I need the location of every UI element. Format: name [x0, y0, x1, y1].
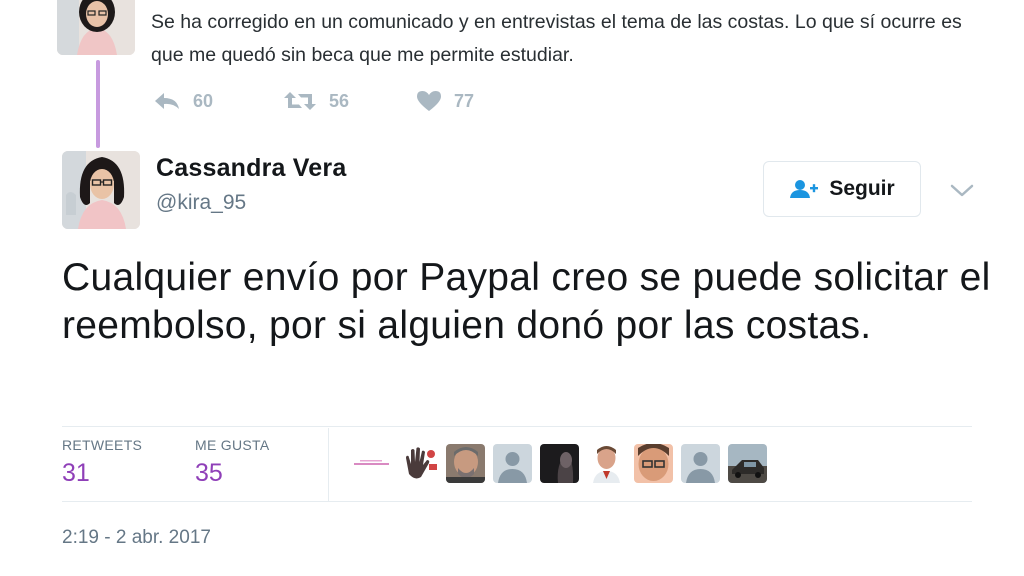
thread-connector	[96, 60, 100, 148]
stats-separator	[328, 428, 329, 501]
tweet-text: Cualquier envío por Paypal creo se puede…	[62, 256, 991, 347]
retweets-count: 31	[62, 459, 90, 487]
likes-label: ME GUSTA	[195, 437, 270, 453]
author-handle[interactable]: @kira_95	[156, 191, 246, 215]
liker-avatar[interactable]	[399, 444, 438, 483]
liker-avatars	[352, 444, 767, 483]
retweet-icon	[284, 92, 316, 110]
tweet-timestamp[interactable]: 2:19 - 2 abr. 2017	[62, 527, 211, 549]
liker-avatar[interactable]	[634, 444, 673, 483]
author-avatar[interactable]	[62, 151, 140, 229]
retweets-stat[interactable]: RETWEETS 31	[62, 437, 142, 488]
prev-tweet-avatar[interactable]	[57, 0, 135, 55]
retweet-count: 56	[329, 90, 350, 111]
liker-avatar[interactable]	[446, 444, 485, 483]
author-name[interactable]: Cassandra Vera	[156, 154, 346, 183]
liker-avatar[interactable]	[681, 444, 720, 483]
stats-top-divider	[62, 426, 972, 427]
reply-icon	[155, 93, 179, 109]
likes-count: 35	[195, 459, 223, 487]
follow-label: Seguir	[829, 177, 895, 200]
follow-button[interactable]: Seguir	[763, 161, 921, 217]
follow-person-icon	[790, 180, 819, 198]
stats-bottom-divider	[62, 501, 972, 502]
likes-stat[interactable]: ME GUSTA 35	[195, 437, 269, 488]
retweet-button[interactable]: 56	[283, 88, 349, 114]
like-button[interactable]: 77	[416, 88, 474, 114]
liker-avatar[interactable]	[728, 444, 767, 483]
chevron-down-icon[interactable]	[948, 178, 976, 202]
like-count: 77	[454, 90, 475, 111]
liker-avatar[interactable]	[352, 444, 391, 483]
reply-button[interactable]: 60	[153, 88, 213, 114]
retweets-label: RETWEETS	[62, 437, 143, 453]
reply-count: 60	[193, 90, 214, 111]
liker-avatar[interactable]	[587, 444, 626, 483]
heart-icon	[417, 91, 441, 111]
liker-avatar[interactable]	[540, 444, 579, 483]
liker-avatar[interactable]	[493, 444, 532, 483]
prev-tweet-text: Se ha corregido en un comunicado y en en…	[151, 11, 962, 66]
